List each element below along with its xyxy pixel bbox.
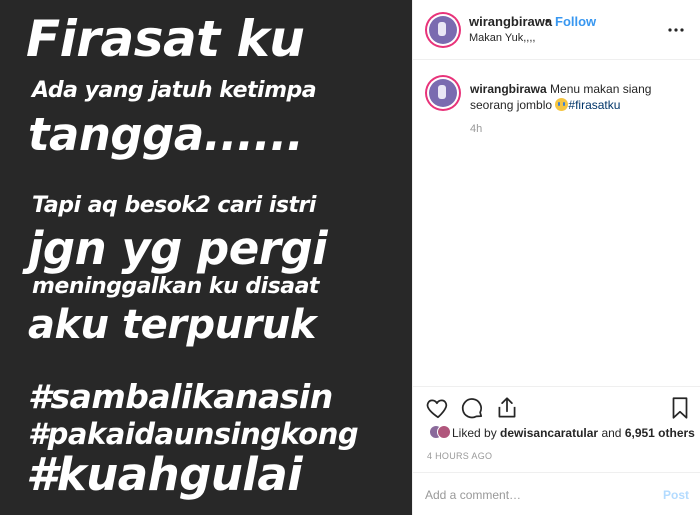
crying-face-emoji-icon <box>555 98 569 111</box>
separator-dot: • <box>545 13 550 28</box>
liker-avatar <box>437 425 451 439</box>
post-side-panel: wirangbirawa • Follow Makan Yuk,,,, wira… <box>412 0 700 515</box>
caption-time-ago[interactable]: 4h <box>470 123 482 135</box>
caption-username-link[interactable]: wirangbirawa <box>470 82 547 96</box>
likes-text: Liked by dewisancaratular and 6,951 othe… <box>452 426 695 440</box>
action-bar <box>413 386 700 426</box>
post-image[interactable]: Firasat ku Ada yang jatuh ketimpa tangga… <box>0 0 412 515</box>
location-link[interactable]: Makan Yuk,,,, <box>469 32 535 44</box>
hashtag-link[interactable]: #firasatku <box>568 98 620 112</box>
likes-others-link[interactable]: 6,951 others <box>625 426 695 440</box>
image-text-line: jgn yg pergi <box>28 222 328 275</box>
share-icon[interactable] <box>494 395 520 421</box>
add-comment-bar: Post <box>413 472 700 515</box>
image-text-line: aku terpuruk <box>28 302 316 348</box>
image-text-line: tangga...... <box>28 108 304 161</box>
more-horizontal-icon[interactable] <box>667 20 685 38</box>
likes-row: Liked by dewisancaratular and 6,951 othe… <box>413 424 700 444</box>
liked-by-label: Liked by <box>452 426 497 440</box>
likes-conjunction: and <box>601 426 622 440</box>
heart-icon[interactable] <box>425 395 451 421</box>
caption: wirangbirawa Menu makan siang seorang jo… <box>470 81 670 113</box>
header-username-link[interactable]: wirangbirawa <box>469 14 552 29</box>
image-text-line: Firasat ku <box>26 10 305 68</box>
post-timestamp[interactable]: 4 HOURS AGO <box>427 451 492 461</box>
post-comment-button[interactable]: Post <box>663 488 689 502</box>
image-text-line: #kuahgulai <box>26 448 303 501</box>
profile-picture <box>429 79 457 107</box>
liker-username-link[interactable]: dewisancaratular <box>500 426 598 440</box>
bookmark-icon[interactable] <box>667 395 693 421</box>
post-header: wirangbirawa • Follow Makan Yuk,,,, <box>413 0 700 60</box>
follow-button[interactable]: Follow <box>555 14 596 29</box>
caption-avatar[interactable] <box>425 75 461 111</box>
avatar[interactable] <box>425 12 461 48</box>
comments-section: wirangbirawa Menu makan siang seorang jo… <box>413 61 700 385</box>
comment-input[interactable] <box>425 486 645 504</box>
image-text-line: meninggalkan ku disaat <box>32 274 319 299</box>
profile-picture <box>429 16 457 44</box>
image-text-line: Ada yang jatuh ketimpa <box>32 78 317 103</box>
image-text-line: Tapi aq besok2 cari istri <box>32 193 316 218</box>
image-text-line: #sambalikanasin <box>28 377 333 416</box>
image-text-line: #pakaidaunsingkong <box>28 417 359 451</box>
comment-bubble-icon[interactable] <box>459 395 485 421</box>
